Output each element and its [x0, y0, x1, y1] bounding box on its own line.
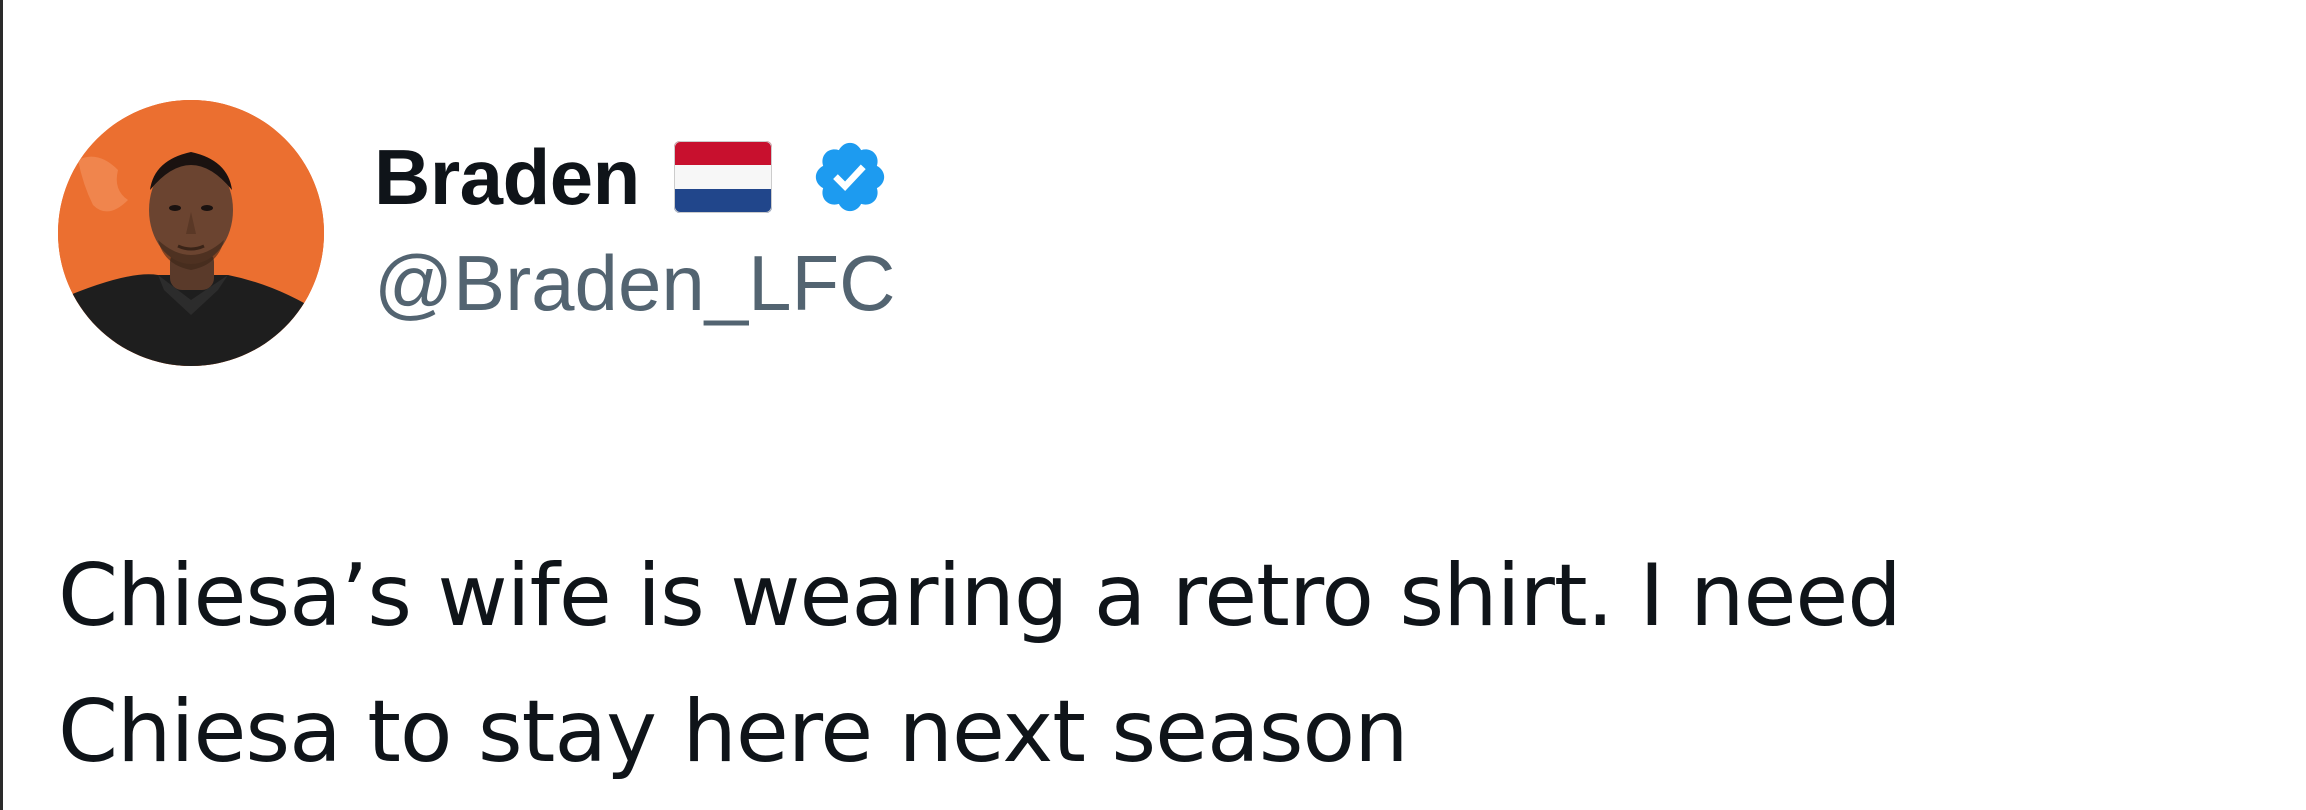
tweet-text-line: Chiesa to stay here next season	[58, 682, 1409, 782]
avatar[interactable]	[58, 100, 324, 366]
tweet-card: Braden @Braden_LFC Chiesa’s wife is wear…	[0, 0, 2306, 810]
author-handle[interactable]: @Braden_LFC	[374, 238, 895, 328]
author-display-name[interactable]: Braden	[374, 132, 640, 222]
verified-badge-icon[interactable]	[810, 137, 890, 217]
author-name-row: Braden	[374, 132, 890, 222]
tweet-text-line: Chiesa’s wife is wearing a retro shirt. …	[58, 546, 1902, 646]
tweet-text: Chiesa’s wife is wearing a retro shirt. …	[58, 528, 2208, 800]
netherlands-flag-icon	[673, 141, 772, 213]
